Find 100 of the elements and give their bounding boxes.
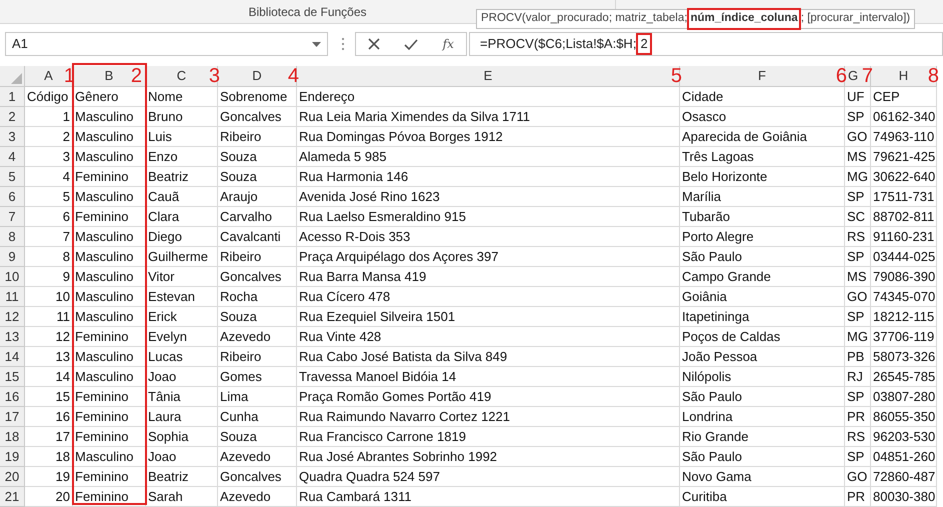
table-cell: Itapetininga — [680, 307, 845, 327]
table-cell: Masculino — [73, 227, 146, 247]
table-cell: Rua Francisco Carrone 1819 — [297, 427, 680, 447]
table-cell: Sophia — [146, 427, 218, 447]
row-header[interactable]: 10 — [0, 267, 25, 287]
table-cell: Estevan — [146, 287, 218, 307]
table-cell: Londrina — [680, 407, 845, 427]
row-header[interactable]: 6 — [0, 187, 25, 207]
table-cell: Quadra Quadra 524 597 — [297, 467, 680, 487]
table-cell: 04851-260 — [871, 447, 937, 467]
table-cell: Rua Domingas Póvoa Borges 1912 — [297, 127, 680, 147]
annotation-number: 5 — [670, 65, 682, 87]
table-cell: Souza — [218, 427, 297, 447]
row-header[interactable]: 7 — [0, 207, 25, 227]
row-header[interactable]: 18 — [0, 427, 25, 447]
table-cell: 30622-640 — [871, 167, 937, 187]
table-cell: 11 — [25, 307, 73, 327]
checkmark-icon[interactable] — [404, 38, 418, 50]
header-cell: Endereço — [297, 87, 680, 107]
table-cell: Gomes — [218, 367, 297, 387]
table-cell: Goncalves — [218, 267, 297, 287]
row-header[interactable]: 9 — [0, 247, 25, 267]
row-header[interactable]: 2 — [0, 107, 25, 127]
table-cell: 26545-785 — [871, 367, 937, 387]
table-cell: 10 — [25, 287, 73, 307]
table-cell: Rua Laelso Esmeraldino 915 — [297, 207, 680, 227]
row-header[interactable]: 16 — [0, 387, 25, 407]
table-cell: Rua Ezequiel Silveira 1501 — [297, 307, 680, 327]
row-header[interactable]: 13 — [0, 327, 25, 347]
table-cell: 5 — [25, 187, 73, 207]
row-header[interactable]: 15 — [0, 367, 25, 387]
table-cell: 06162-340 — [871, 107, 937, 127]
table-cell: PR — [845, 487, 871, 507]
row-header[interactable]: 19 — [0, 447, 25, 467]
table-cell: Feminino — [73, 427, 146, 447]
table-cell: 16 — [25, 407, 73, 427]
table-cell: 2 — [25, 127, 73, 147]
table-cell: Rocha — [218, 287, 297, 307]
annotation-number: 6 — [836, 65, 847, 87]
row-header[interactable]: 14 — [0, 347, 25, 367]
table-cell: Diego — [146, 227, 218, 247]
header-cell: Cidade — [680, 87, 845, 107]
table-cell: Ribeiro — [218, 247, 297, 267]
table-cell: Guilherme — [146, 247, 218, 267]
table-cell: Avenida José Rino 1623 — [297, 187, 680, 207]
table-cell: Carvalho — [218, 207, 297, 227]
table-cell: 80030-380 — [871, 487, 937, 507]
table-cell: Acesso R-Dois 353 — [297, 227, 680, 247]
table-cell: Rua Leia Maria Ximendes da Silva 1711 — [297, 107, 680, 127]
row-header[interactable]: 11 — [0, 287, 25, 307]
function-tooltip: PROCV(valor_procurado; matriz_tabela; núm_índice_coluna ; [procurar_intervalo]) — [476, 9, 916, 29]
triangle-icon — [11, 73, 22, 84]
table-cell: Masculino — [73, 447, 146, 467]
table-cell: João Pessoa — [680, 347, 845, 367]
row-header[interactable]: 12 — [0, 307, 25, 327]
table-cell: RS — [845, 427, 871, 447]
table-cell: Curitiba — [680, 487, 845, 507]
annotation-number: 4 — [288, 65, 299, 87]
table-cell: Porto Alegre — [680, 227, 845, 247]
table-cell: Feminino — [73, 167, 146, 187]
table-cell: Feminino — [73, 387, 146, 407]
name-box[interactable]: A1 — [5, 32, 328, 56]
close-icon[interactable] — [368, 38, 380, 50]
table-cell: Masculino — [73, 367, 146, 387]
table-cell: Masculino — [73, 107, 146, 127]
row-header[interactable]: 1 — [0, 87, 25, 107]
row-header[interactable]: 8 — [0, 227, 25, 247]
row-header[interactable]: 4 — [0, 147, 25, 167]
table-cell: 15 — [25, 387, 73, 407]
table-cell: 20 — [25, 487, 73, 507]
table-cell: Masculino — [73, 187, 146, 207]
table-cell: Masculino — [73, 127, 146, 147]
table-cell: MS — [845, 267, 871, 287]
table-cell: Campo Grande — [680, 267, 845, 287]
table-cell: Clara — [146, 207, 218, 227]
row-header[interactable]: 5 — [0, 167, 25, 187]
table-cell: 14 — [25, 367, 73, 387]
row-header[interactable]: 3 — [0, 127, 25, 147]
table-cell: Goncalves — [218, 467, 297, 487]
table-cell: Travessa Manoel Bidóia 14 — [297, 367, 680, 387]
row-header[interactable]: 20 — [0, 467, 25, 487]
caret-icon — [312, 42, 321, 46]
table-cell: Lima — [218, 387, 297, 407]
annotation-number: 3 — [208, 65, 220, 87]
table-cell: Cunha — [218, 407, 297, 427]
annotation-number: 8 — [928, 65, 939, 87]
table-cell: Aparecida de Goiânia — [680, 127, 845, 147]
insert-function-button[interactable]: fx — [442, 35, 454, 53]
formula-field[interactable]: =PROCV($C6;Lista!$A:$H; 2 — [469, 32, 943, 56]
row-header[interactable]: 21 — [0, 487, 25, 507]
table-cell: Ribeiro — [218, 347, 297, 367]
annotation-number: 2 — [130, 65, 142, 87]
header-cell: Gênero — [73, 87, 146, 107]
table-cell: GO — [845, 467, 871, 487]
table-cell: 03807-280 — [871, 387, 937, 407]
table-cell: São Paulo — [680, 387, 845, 407]
table-cell: Souza — [218, 147, 297, 167]
table-cell: Beatriz — [146, 467, 218, 487]
table-cell: 17 — [25, 427, 73, 447]
row-header[interactable]: 17 — [0, 407, 25, 427]
